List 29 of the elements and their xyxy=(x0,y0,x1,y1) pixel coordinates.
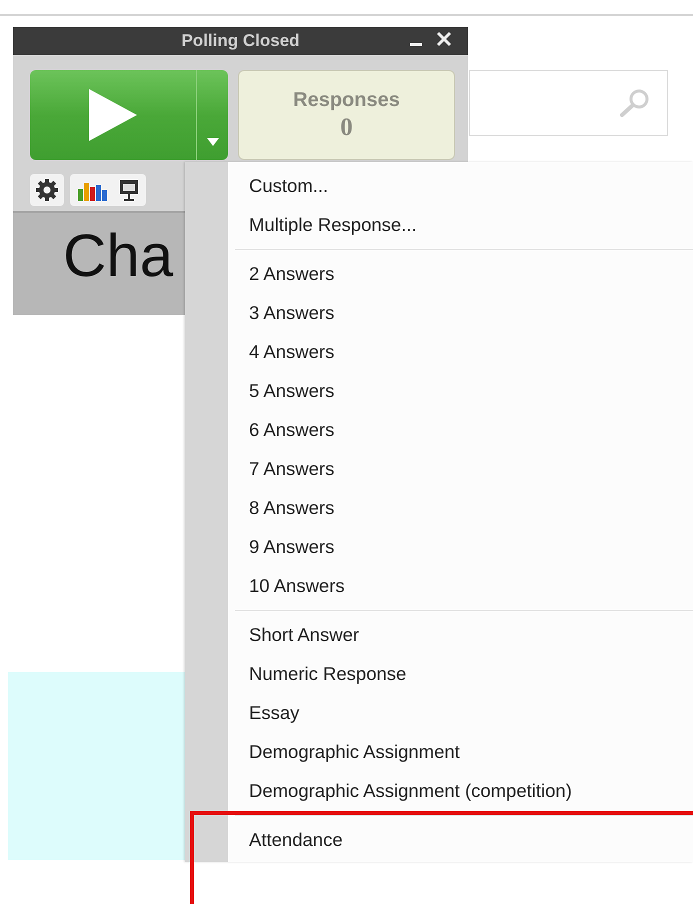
menu-item[interactable]: 6 Answers xyxy=(185,410,693,449)
menu-item[interactable]: Numeric Response xyxy=(185,654,693,693)
menu-item[interactable]: Multiple Response... xyxy=(185,205,693,244)
play-icon xyxy=(89,89,137,141)
search-field[interactable] xyxy=(469,70,668,136)
slide-title-text: Cha xyxy=(63,221,174,291)
menu-item[interactable]: 3 Answers xyxy=(185,293,693,332)
menu-item[interactable]: 5 Answers xyxy=(185,371,693,410)
caret-icon[interactable] xyxy=(206,138,218,146)
menu-item[interactable]: Short Answer xyxy=(185,615,693,654)
menu-item[interactable]: 2 Answers xyxy=(185,254,693,293)
menu-item[interactable]: Essay xyxy=(185,693,693,732)
start-poll-button[interactable] xyxy=(30,70,228,160)
presentation-icon xyxy=(118,178,140,202)
menu-item[interactable]: Demographic Assignment (competition) xyxy=(185,771,693,810)
window-title: Polling Closed xyxy=(181,31,300,51)
menu-item[interactable]: 4 Answers xyxy=(185,332,693,371)
menu-item[interactable]: 9 Answers xyxy=(185,527,693,566)
settings-button[interactable] xyxy=(30,174,64,206)
menu-item[interactable]: 8 Answers xyxy=(185,488,693,527)
close-icon[interactable] xyxy=(436,31,452,47)
menu-item[interactable]: Attendance xyxy=(185,820,693,859)
settings-icon xyxy=(36,179,58,201)
menu-item[interactable]: Demographic Assignment xyxy=(185,732,693,771)
menu-item[interactable]: 7 Answers xyxy=(185,449,693,488)
menu-item[interactable]: Custom... xyxy=(185,166,693,205)
search-icon xyxy=(617,88,651,118)
chart-toolbar-button[interactable] xyxy=(70,174,146,206)
menu-item[interactable]: 10 Answers xyxy=(185,566,693,605)
